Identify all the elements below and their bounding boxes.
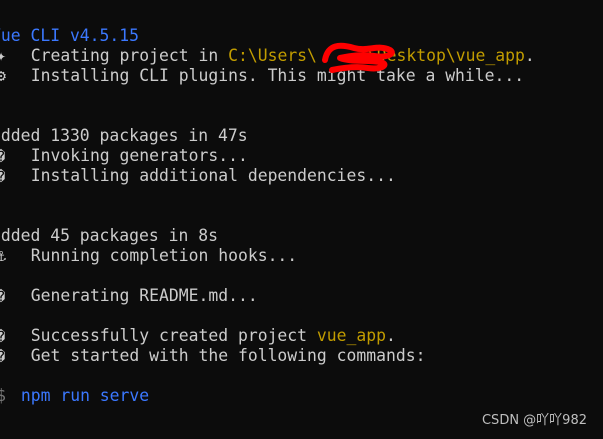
terminal-line-generating-readme: � Generating README.md...	[0, 286, 603, 306]
unknown-glyph-icon: �	[0, 329, 6, 345]
anchor-icon: ⚓	[0, 246, 6, 265]
project-path-prefix: C:\Users\	[228, 46, 317, 65]
unknown-glyph-icon: �	[0, 169, 6, 185]
terminal-line-added-packages: added 1330 packages in 47s	[0, 126, 248, 145]
terminal-line-get-started: � Get started with the following command…	[0, 346, 603, 366]
csdn-watermark: CSDN @吖吖982	[481, 413, 587, 428]
project-name: vue_app	[316, 326, 386, 345]
terminal-line-vue-cli-version: Vue CLI v4.5.15	[0, 26, 140, 45]
project-path-suffix: \Desktop\vue_app	[366, 46, 525, 65]
unknown-glyph-icon: �	[0, 349, 6, 365]
terminal-line-added-packages-2: added 45 packages in 8s	[0, 226, 218, 245]
terminal-line-invoking-generators: � Invoking generators...	[0, 146, 603, 166]
prompt-symbol: $	[0, 386, 6, 405]
terminal-line-completion-hooks: ⚓ Running completion hooks...	[0, 246, 603, 266]
unknown-glyph-icon: �	[0, 149, 6, 165]
terminal-line-creating-project: ✦ Creating project in C:\Users\ \Desktop\…	[0, 46, 603, 66]
command-text: npm run serve	[11, 386, 150, 405]
terminal-line-installing-plugins: ⚙ Installing CLI plugins. This might tak…	[0, 66, 603, 86]
terminal-window[interactable]: Vue CLI v4.5.15 ✦ Creating project in C:…	[0, 0, 603, 439]
terminal-output: Vue CLI v4.5.15 ✦ Creating project in C:…	[0, 26, 603, 406]
unknown-glyph-icon: �	[0, 289, 6, 305]
terminal-line-project-created: � Successfully created project vue_app.	[0, 326, 603, 346]
gear-icon: ⚙	[0, 66, 6, 85]
terminal-line-installing-dependencies: � Installing additional dependencies...	[0, 166, 603, 186]
sparkles-icon: ✦	[0, 46, 6, 65]
terminal-line-command[interactable]: $ npm run serve	[0, 386, 603, 406]
